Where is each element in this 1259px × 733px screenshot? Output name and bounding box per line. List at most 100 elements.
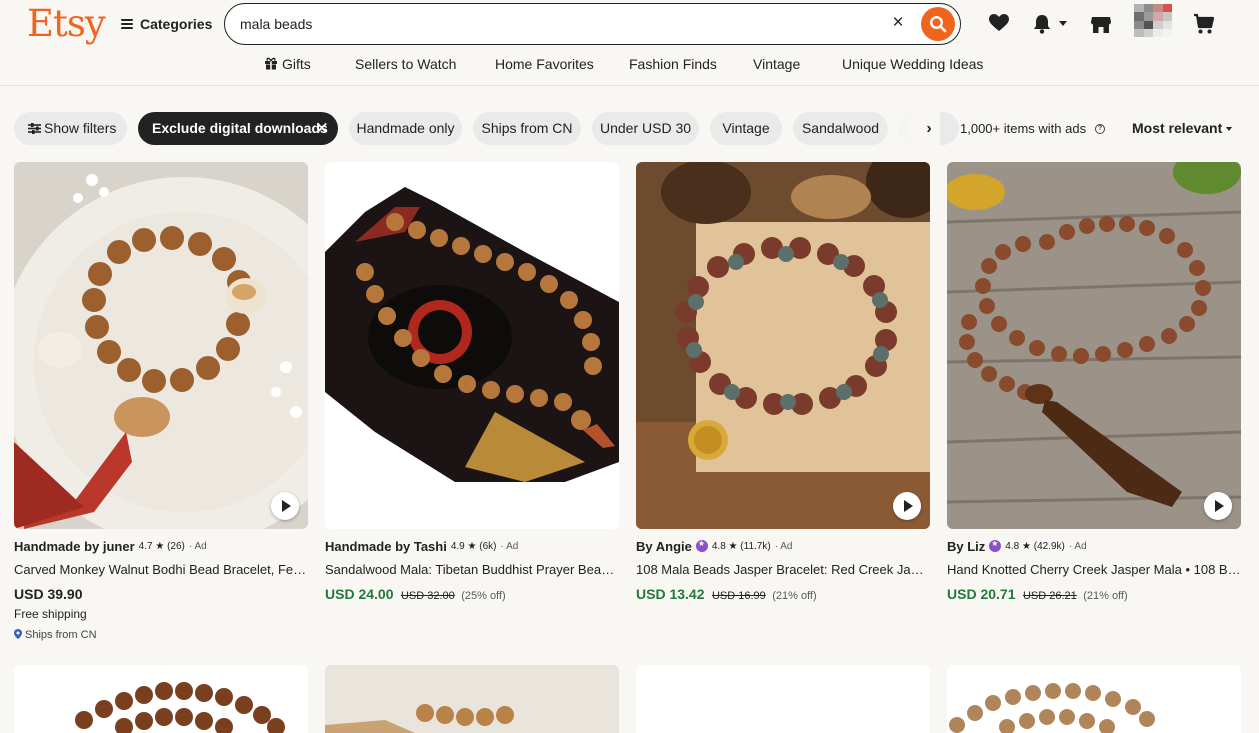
listing-image[interactable] bbox=[947, 162, 1241, 529]
etsy-logo[interactable]: Etsy bbox=[27, 2, 106, 45]
bracelet-photo bbox=[14, 162, 308, 529]
listing-card[interactable]: By Liz 4.8 ★ (42.9k) · Ad Hand Knotted C… bbox=[947, 162, 1241, 602]
listing-image[interactable] bbox=[636, 162, 930, 529]
remove-filter-icon[interactable]: ✕ bbox=[315, 112, 329, 145]
play-video-icon[interactable] bbox=[1204, 492, 1232, 520]
ad-label: · Ad bbox=[188, 540, 207, 552]
favorites-heart-icon[interactable] bbox=[988, 12, 1010, 36]
star-seller-badge-icon bbox=[989, 539, 1002, 552]
rating: 4.8 ★ (42.9k) bbox=[1005, 540, 1065, 552]
show-filters-button[interactable]: Show filters bbox=[14, 112, 127, 145]
free-shipping-badge: Free shipping bbox=[14, 607, 87, 621]
nav-item-home-favorites[interactable]: Home Favorites bbox=[495, 56, 594, 72]
price: USD 39.90 bbox=[14, 586, 83, 602]
listing-title[interactable]: Hand Knotted Cherry Creek Jasper Mala • … bbox=[947, 562, 1241, 577]
chevron-down-icon[interactable] bbox=[1059, 21, 1067, 26]
ad-label: · Ad bbox=[1068, 540, 1087, 552]
chip-under-usd-30[interactable]: Under USD 30 bbox=[592, 112, 699, 145]
sale-price: USD 13.42 bbox=[636, 586, 705, 602]
listing-title[interactable]: 108 Mala Beads Jasper Bracelet: Red Cree… bbox=[636, 562, 930, 577]
star-icon: ★ bbox=[728, 540, 738, 552]
menu-icon bbox=[121, 19, 133, 29]
listing-image[interactable] bbox=[325, 162, 619, 529]
show-filters-label: Show filters bbox=[44, 120, 117, 136]
shop-manager-icon[interactable] bbox=[1089, 12, 1113, 36]
listing-card[interactable]: By Angie 4.8 ★ (11.7k) · Ad 108 Mala Bea… bbox=[636, 162, 930, 602]
chip-handmade-only[interactable]: Handmade only bbox=[349, 112, 462, 145]
gift-icon bbox=[265, 57, 277, 70]
sale-price: USD 24.00 bbox=[325, 586, 394, 602]
categories-button[interactable]: Categories bbox=[121, 14, 212, 34]
avatar[interactable] bbox=[1134, 4, 1172, 37]
nav-item-gifts[interactable]: Gifts bbox=[264, 56, 311, 72]
cart-icon[interactable] bbox=[1192, 12, 1216, 36]
star-icon: ★ bbox=[1021, 540, 1031, 552]
star-icon: ★ bbox=[467, 540, 477, 552]
site-header: Etsy Categories × bbox=[0, 0, 1259, 86]
shop-info: Handmade by juner 4.7 ★ (26) · Ad bbox=[14, 538, 308, 554]
listing-card[interactable] bbox=[636, 665, 930, 733]
listing-image[interactable] bbox=[947, 665, 1241, 733]
discount: (25% off) bbox=[461, 590, 506, 602]
nav-label: Gifts bbox=[282, 56, 311, 72]
original-price: USD 16.99 bbox=[711, 590, 766, 602]
rating: 4.7 ★ (26) bbox=[138, 540, 185, 552]
listing-image[interactable] bbox=[14, 162, 308, 529]
listing-card[interactable] bbox=[947, 665, 1241, 733]
results-count: 1,000+ items with ads bbox=[960, 121, 1087, 136]
price-row: USD 24.00 USD 32.00 (25% off) bbox=[325, 586, 506, 604]
play-video-icon[interactable] bbox=[271, 492, 299, 520]
rating: 4.8 ★ (11.7k) bbox=[711, 540, 771, 552]
ad-label: · Ad bbox=[500, 540, 519, 552]
notifications-bell-icon[interactable] bbox=[1031, 12, 1053, 36]
chevron-right-icon[interactable]: › bbox=[920, 119, 938, 139]
mala-photo bbox=[325, 162, 619, 529]
ad-label: · Ad bbox=[774, 540, 793, 552]
location-pin-icon bbox=[14, 629, 22, 639]
nav-item-fashion-finds[interactable]: Fashion Finds bbox=[629, 56, 717, 72]
price-row: USD 20.71 USD 26.21 (21% off) bbox=[947, 586, 1128, 604]
listing-image[interactable] bbox=[325, 665, 619, 733]
star-icon: ★ bbox=[155, 540, 165, 552]
shop-info: By Angie 4.8 ★ (11.7k) · Ad bbox=[636, 538, 930, 554]
nav-item-sellers-to-watch[interactable]: Sellers to Watch bbox=[355, 56, 456, 72]
search-input[interactable] bbox=[240, 4, 880, 43]
listing-title[interactable]: Carved Monkey Walnut Bodhi Bead Bracelet… bbox=[14, 562, 308, 577]
filter-sliders-icon bbox=[28, 123, 41, 134]
search-button[interactable] bbox=[921, 7, 955, 41]
listing-card[interactable]: Handmade by juner 4.7 ★ (26) · Ad Carved… bbox=[14, 162, 308, 641]
filter-bar: Show filters Exclude digital downloads ✕… bbox=[0, 112, 1259, 146]
original-price: USD 26.21 bbox=[1022, 590, 1077, 602]
discount: (21% off) bbox=[772, 590, 817, 602]
categories-label: Categories bbox=[140, 16, 213, 32]
clear-search-icon[interactable]: × bbox=[888, 13, 908, 33]
listing-image[interactable] bbox=[14, 665, 308, 733]
nav-item-unique-wedding-ideas[interactable]: Unique Wedding Ideas bbox=[842, 56, 983, 72]
nav-item-vintage[interactable]: Vintage bbox=[753, 56, 800, 72]
shop-info: Handmade by Tashi 4.9 ★ (6k) · Ad bbox=[325, 538, 619, 554]
price-row: USD 13.42 USD 16.99 (21% off) bbox=[636, 586, 817, 604]
listing-card[interactable] bbox=[14, 665, 308, 733]
sort-dropdown[interactable]: Most relevant bbox=[1132, 120, 1233, 136]
shop-name[interactable]: By Liz bbox=[947, 539, 985, 554]
price-row: USD 39.90 bbox=[14, 586, 82, 604]
category-nav: Gifts Sellers to Watch Home Favorites Fa… bbox=[0, 56, 1259, 76]
shop-info: By Liz 4.8 ★ (42.9k) · Ad bbox=[947, 538, 1241, 554]
star-seller-badge-icon bbox=[695, 539, 708, 552]
listing-card[interactable]: Handmade by Tashi 4.9 ★ (6k) · Ad Sandal… bbox=[325, 162, 619, 602]
shop-name[interactable]: Handmade by juner bbox=[14, 539, 135, 554]
listing-card[interactable] bbox=[325, 665, 619, 733]
shop-name[interactable]: By Angie bbox=[636, 539, 692, 554]
chip-vintage[interactable]: Vintage bbox=[710, 112, 782, 145]
info-icon[interactable]: ? bbox=[1095, 124, 1105, 134]
chip-sandalwood[interactable]: Sandalwood bbox=[793, 112, 888, 145]
play-video-icon[interactable] bbox=[893, 492, 921, 520]
original-price: USD 32.00 bbox=[400, 590, 455, 602]
search-icon bbox=[929, 15, 947, 33]
chip-exclude-digital-downloads[interactable]: Exclude digital downloads ✕ bbox=[138, 112, 338, 145]
listing-title[interactable]: Sandalwood Mala: Tibetan Buddhist Prayer… bbox=[325, 562, 619, 577]
shop-name[interactable]: Handmade by Tashi bbox=[325, 539, 447, 554]
chip-ships-from-cn[interactable]: Ships from CN bbox=[473, 112, 581, 145]
tassel-mala-photo bbox=[947, 162, 1241, 529]
discount: (21% off) bbox=[1083, 590, 1128, 602]
